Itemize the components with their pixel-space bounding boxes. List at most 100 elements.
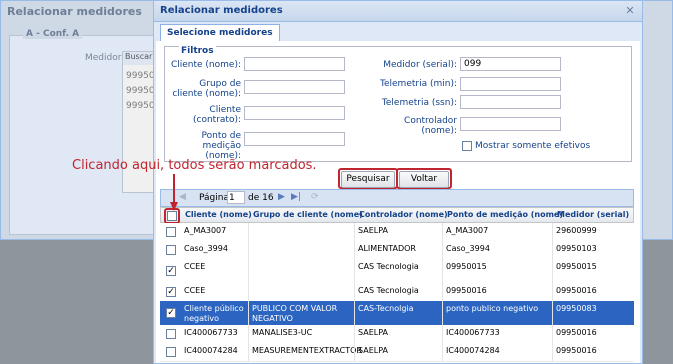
column-divider <box>354 223 355 241</box>
dialog-body: Filtros Cliente (nome): Grupo de cliente… <box>156 41 640 363</box>
cell-controlador: SAELPA <box>358 226 388 235</box>
cell-ponto: ponto publico negativo <box>446 304 539 313</box>
tab-selecione-medidores[interactable]: Selecione medidores <box>160 24 280 41</box>
telemetria-min-label: Telemetria (min): <box>380 79 457 89</box>
table-row[interactable]: IC400074284 MEASUREMENTEXTRACTOR SAELPA IC4… <box>160 343 634 362</box>
page-label: Página <box>199 193 229 203</box>
background-medidor-label: Medidor: <box>85 53 125 63</box>
page-number-input[interactable] <box>227 191 245 204</box>
cell-grupo: PUBLICO COM VALOR NEGATIVO <box>252 304 338 323</box>
column-divider <box>248 259 249 283</box>
column-divider <box>552 301 553 325</box>
cell-controlador: CAS Tecnologia <box>358 286 419 295</box>
column-divider <box>248 343 249 361</box>
column-divider <box>354 259 355 283</box>
cliente-nome-input[interactable] <box>244 57 345 71</box>
column-header-medidor[interactable]: Medidor (serial) <box>557 210 629 219</box>
cell-ponto: A_MA3007 <box>446 226 489 235</box>
row-checkbox[interactable] <box>166 329 176 339</box>
cell-medidor: 09950015 <box>556 262 597 271</box>
row-checkbox[interactable] <box>166 227 176 237</box>
column-header-cliente[interactable]: Cliente (nome) <box>185 210 252 219</box>
cell-medidor: 29600999 <box>556 226 597 235</box>
cell-medidor: 09950016 <box>556 328 597 337</box>
next-page-icon[interactable]: ▶ <box>278 192 285 202</box>
table-row[interactable]: ✓ Cliente público negativo PUBLICO COM VAL… <box>160 301 634 326</box>
column-divider <box>354 283 355 301</box>
grid-pager: ◀ Página de 16 ▶ ▶| ⟳ <box>160 189 634 207</box>
medidor-serial-input[interactable] <box>460 57 561 71</box>
previous-page-icon[interactable]: ◀ <box>179 192 186 202</box>
cell-cliente: IC400067733 <box>184 328 238 337</box>
cell-grupo: MANALISE3-UC <box>252 328 313 337</box>
cell-medidor: 09950016 <box>556 346 597 355</box>
filters-fieldset: Filtros Cliente (nome): Grupo de cliente… <box>164 46 632 162</box>
column-divider <box>442 223 443 241</box>
table-row[interactable]: IC400067733 MANALISE3-UC SAELPA IC400067733… <box>160 325 634 344</box>
table-row[interactable]: ✓ CCEE CAS Tecnologia 09950016 09950016 <box>160 283 634 302</box>
column-divider <box>442 241 443 259</box>
pesquisar-button[interactable]: Pesquisar <box>341 171 395 188</box>
row-checkbox[interactable]: ✓ <box>166 266 176 276</box>
table-row[interactable]: ✓ CCEE CAS Tecnologia 09950015 09950015 <box>160 259 634 284</box>
cell-cliente: CCEE <box>184 286 206 295</box>
tab-strip: Selecione medidores <box>156 23 640 42</box>
cell-cliente: Caso_3994 <box>184 244 228 253</box>
cell-cliente: IC400074284 <box>184 346 238 355</box>
column-divider <box>354 325 355 343</box>
dialog-header[interactable]: Relacionar medidores ✕ <box>154 1 642 22</box>
column-divider <box>442 283 443 301</box>
background-value: 99950 <box>126 101 155 111</box>
dialog-title: Relacionar medidores <box>160 5 283 16</box>
background-value: 99950 <box>126 86 155 96</box>
telemetria-ssn-input[interactable] <box>460 95 561 109</box>
cliente-contrato-input[interactable] <box>244 106 345 120</box>
column-divider <box>552 325 553 343</box>
column-divider <box>442 301 443 325</box>
ponto-medicao-label: Ponto de medição (nome): <box>201 131 241 161</box>
grupo-cliente-input[interactable] <box>244 80 345 94</box>
close-icon[interactable]: ✕ <box>624 5 636 17</box>
annotation-text: Clicando aqui, todos serão marcados. <box>72 158 317 173</box>
cell-medidor: 09950083 <box>556 304 597 313</box>
cell-controlador: SAELPA <box>358 328 388 337</box>
voltar-button[interactable]: Voltar <box>399 171 449 188</box>
cell-ponto: IC400074284 <box>446 346 500 355</box>
row-checkbox[interactable] <box>166 245 176 255</box>
page-count-label: de 16 <box>248 193 274 203</box>
telemetria-min-input[interactable] <box>460 77 561 91</box>
last-page-icon[interactable]: ▶| <box>291 192 301 202</box>
column-header-controlador[interactable]: Controlador (nome) <box>359 210 448 219</box>
controlador-nome-input[interactable] <box>460 117 561 131</box>
cell-medidor: 09950103 <box>556 244 597 253</box>
cliente-contrato-label: Cliente (contrato): <box>193 105 241 125</box>
table-row[interactable]: Caso_3994 ALIMENTADOR Caso_3994 09950103 <box>160 241 634 260</box>
background-section-legend: A - Conf. A <box>23 29 83 39</box>
column-divider <box>552 343 553 361</box>
cell-cliente: CCEE <box>184 262 206 271</box>
cell-ponto: 09950016 <box>446 286 487 295</box>
refresh-icon[interactable]: ⟳ <box>311 192 319 202</box>
column-divider <box>354 301 355 325</box>
column-divider <box>248 301 249 325</box>
cell-cliente: A_MA3007 <box>184 226 227 235</box>
column-divider <box>248 283 249 301</box>
column-divider <box>248 325 249 343</box>
ponto-medicao-input[interactable] <box>244 132 345 146</box>
column-header-ponto[interactable]: Ponto de medição (nome) <box>447 210 563 219</box>
column-divider <box>442 259 443 283</box>
table-row[interactable]: A_MA3007 SAELPA A_MA3007 29600999 <box>160 223 634 242</box>
column-header-grupo[interactable]: Grupo de cliente (nome) <box>253 210 363 219</box>
row-checkbox[interactable]: ✓ <box>166 287 176 297</box>
filters-legend: Filtros <box>179 46 216 56</box>
column-divider <box>248 241 249 259</box>
background-window-title: Relacionar medidores <box>7 5 142 18</box>
column-divider <box>552 283 553 301</box>
column-divider <box>354 343 355 361</box>
column-divider <box>442 343 443 361</box>
telemetria-ssn-label: Telemetria (ssn): <box>381 98 457 108</box>
mostrar-efetivos-checkbox[interactable] <box>462 141 472 151</box>
row-checkbox[interactable]: ✓ <box>166 308 176 318</box>
column-divider <box>552 223 553 241</box>
row-checkbox[interactable] <box>166 347 176 357</box>
